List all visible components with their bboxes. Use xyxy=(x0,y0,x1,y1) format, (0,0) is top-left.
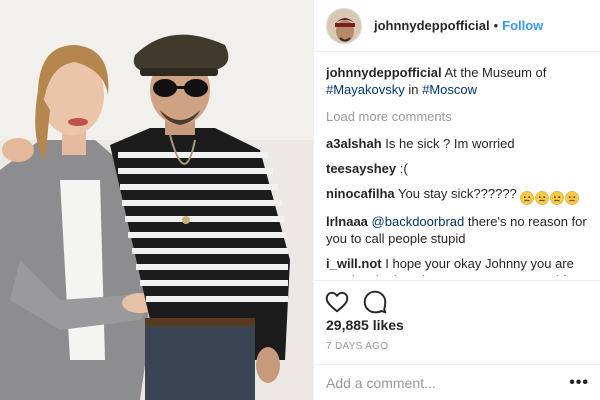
post-author-username[interactable]: johnnydeppofficial xyxy=(374,18,490,33)
worried-face-emoji xyxy=(550,190,565,205)
comment-username[interactable]: teesayshey xyxy=(326,161,396,176)
caption-username[interactable]: johnnydeppofficial xyxy=(326,65,442,80)
post-timestamp: 7 DAYS AGO xyxy=(326,341,389,352)
post-caption: johnnydeppofficial At the Museum of #May… xyxy=(326,64,594,98)
more-options-icon[interactable]: ••• xyxy=(569,374,589,392)
comment-item: lrlnaaa @backdoorbrad there's no reason … xyxy=(326,213,594,247)
comment-item: teesayshey :( xyxy=(326,160,594,177)
heart-icon[interactable] xyxy=(324,289,350,315)
profile-avatar[interactable] xyxy=(326,7,362,44)
comment-item: ninocafilha You stay sick?????? xyxy=(326,185,594,205)
comment-text: You stay sick?????? xyxy=(398,186,517,201)
comment-username[interactable]: a3alshah xyxy=(326,136,382,151)
post-photo-illustration xyxy=(0,0,313,400)
comment-item: a3alshah Is he sick ? Im worried xyxy=(326,135,594,152)
post-photo[interactable] xyxy=(0,0,313,400)
header-separator: • xyxy=(493,18,499,33)
worried-face-emoji xyxy=(565,190,580,205)
emoji-group xyxy=(520,188,580,205)
worried-face-emoji xyxy=(520,190,535,205)
comment-text: :( xyxy=(399,161,408,176)
comment-item: i_will.not I hope your okay Johnny you a… xyxy=(326,255,594,276)
caption-text-before: At the Museum of xyxy=(444,65,547,80)
load-more-comments-link[interactable]: Load more comments xyxy=(326,108,594,125)
comment-username[interactable]: lrlnaaa xyxy=(326,214,368,229)
hashtag-mayakovsky[interactable]: #Mayakovsky xyxy=(326,82,405,97)
avatar-image xyxy=(327,8,361,43)
comment-username[interactable]: i_will.not xyxy=(326,256,382,271)
comment-bubble-icon[interactable] xyxy=(362,289,388,315)
add-comment-input[interactable] xyxy=(326,374,570,391)
post-side-panel: johnnydeppofficial • Follow johnnydeppof… xyxy=(313,0,600,400)
comments-list[interactable]: johnnydeppofficial At the Museum of #May… xyxy=(326,64,594,276)
comment-text: Is he sick ? Im worried xyxy=(385,136,515,151)
post-header: johnnydeppofficial • Follow xyxy=(314,0,600,52)
hashtag-moscow[interactable]: #Moscow xyxy=(422,82,477,97)
comment-username[interactable]: ninocafilha xyxy=(326,186,395,201)
comment-mention[interactable]: @backdoorbrad xyxy=(372,214,465,229)
likes-count[interactable]: 29,885 likes xyxy=(326,317,404,333)
post-actions-bar xyxy=(314,280,600,322)
add-comment-bar: ••• xyxy=(314,364,600,400)
follow-button[interactable]: Follow xyxy=(502,18,543,33)
caption-text-middle: in xyxy=(408,82,419,97)
worried-face-emoji xyxy=(535,190,550,205)
